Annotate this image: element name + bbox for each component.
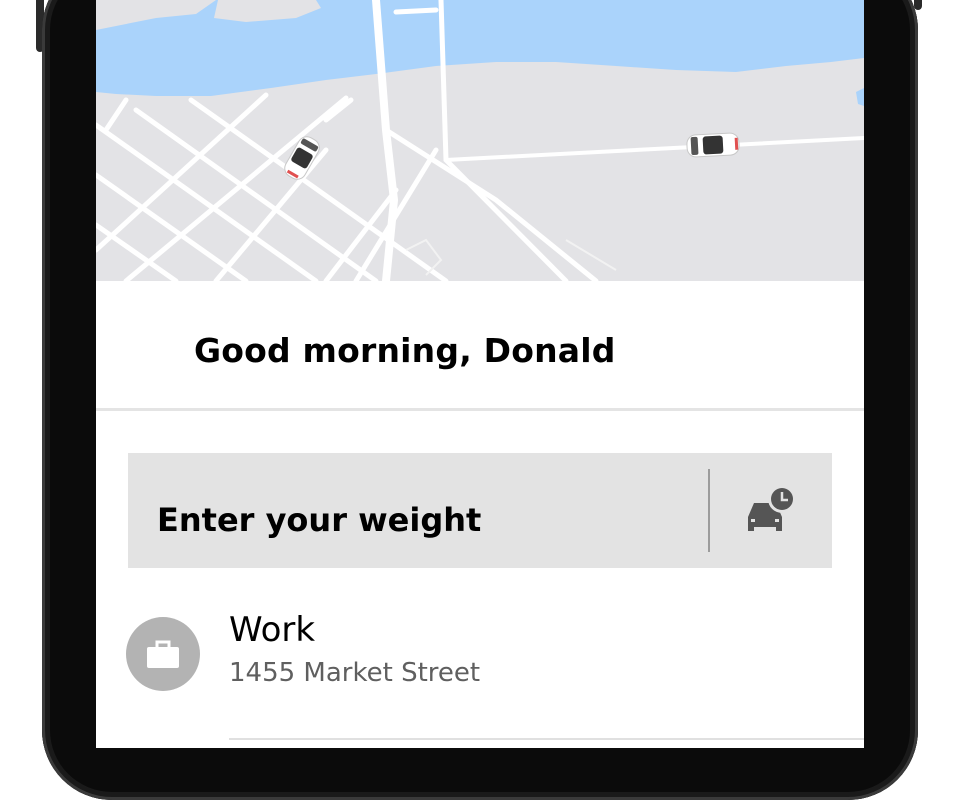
place-address: 1455 Market Street (229, 658, 481, 688)
section-divider (96, 408, 864, 411)
search-separator (708, 469, 710, 552)
car-clock-icon (748, 485, 796, 531)
greeting-section: Good morning, Donald (96, 281, 864, 408)
search-label: Enter your weight (157, 501, 482, 539)
row-divider (229, 738, 864, 740)
map-view[interactable] (96, 0, 864, 281)
where-to-search-bar[interactable]: Enter your weight (128, 453, 832, 568)
map-graphic (96, 0, 864, 281)
phone-side-button-right (914, 0, 922, 10)
greeting-text: Good morning, Donald (194, 331, 616, 370)
car-marker-2 (686, 132, 740, 158)
saved-place-work[interactable]: Work 1455 Market Street (96, 596, 864, 748)
schedule-ride-button[interactable] (742, 483, 798, 539)
app-screen: Good morning, Donald Enter your weight W… (96, 0, 864, 748)
place-title: Work (229, 610, 316, 650)
briefcase-icon (126, 617, 200, 691)
